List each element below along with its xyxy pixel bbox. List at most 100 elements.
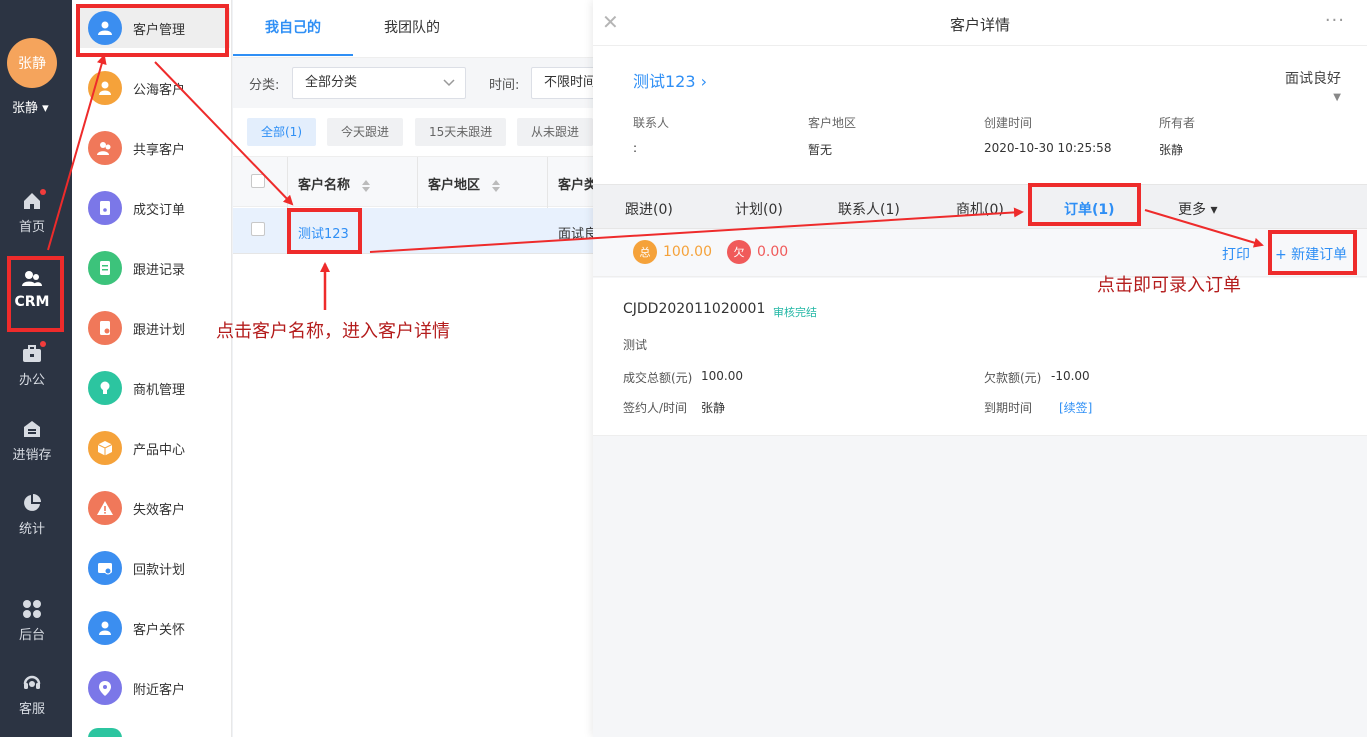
col-customer-type[interactable]: 客户类	[558, 174, 595, 193]
order-signer-value: 张静	[701, 401, 726, 415]
annotation-click-name: 点击客户名称，进入客户详情	[216, 321, 450, 342]
nav-item-office[interactable]: 办公	[0, 343, 64, 403]
order-card[interactable]: CJDD202011020001 审核完结 测试 成交总额(元) 100.00 …	[593, 278, 1367, 436]
detail-header: ✕ 客户详情 ···	[593, 0, 1367, 46]
quick-filter-15days[interactable]: 15天未跟进	[415, 118, 507, 146]
submenu-item-shared-customers[interactable]: 共享客户	[88, 128, 228, 168]
submenu-item-public-customers[interactable]: 公海客户	[88, 68, 228, 108]
detail-tabs: 跟进(0) 计划(0) 联系人(1) 商机(0) 订单(1) 更多 ▾	[593, 184, 1367, 229]
quick-filter-all[interactable]: 全部(1)	[247, 118, 316, 146]
tab-opportunities[interactable]: 商机(0)	[956, 199, 1004, 219]
category-select[interactable]: 全部分类	[292, 67, 466, 99]
table-header: 客户名称 客户地区 客户类	[233, 156, 595, 208]
print-button[interactable]: 打印	[1222, 244, 1250, 264]
quick-filter-never[interactable]: 从未跟进	[517, 118, 594, 146]
col-customer-name[interactable]: 客户名称	[298, 174, 371, 193]
order-owed-value: -10.00	[1051, 369, 1090, 383]
submenu-item-products[interactable]: 产品中心	[88, 428, 228, 468]
user-icon	[88, 71, 122, 105]
location-icon	[88, 671, 122, 705]
nav-item-home[interactable]: 首页	[0, 190, 64, 250]
tab-mine[interactable]: 我自己的	[233, 0, 353, 56]
care-user-icon	[88, 611, 122, 645]
select-all-checkbox[interactable]	[251, 174, 265, 188]
submenu-item-partial	[88, 728, 122, 737]
submenu-item-invalid-customers[interactable]: 失效客户	[88, 488, 228, 528]
owe-badge-icon: 欠	[727, 240, 751, 264]
submenu-item-nearby-customers[interactable]: 附近客户	[88, 668, 228, 708]
briefcase-icon	[23, 345, 41, 362]
tab-team[interactable]: 我团队的	[353, 0, 471, 56]
user-name-dropdown[interactable]: 张静 ▾	[12, 97, 49, 116]
info-label-contact: 联系人	[633, 116, 670, 130]
time-label: 时间:	[489, 78, 520, 93]
crm-submenu: 客户管理 公海客户 共享客户 成交订单 跟进记录 跟进计划 商机管理 产品中心 …	[72, 0, 232, 737]
filter-bar: 分类: 全部分类 时间: 不限时间	[233, 58, 611, 108]
notification-dot	[40, 189, 46, 195]
highlight-box-new-order	[1268, 230, 1357, 275]
nav-item-support[interactable]: 客服	[0, 672, 64, 732]
info-label-created: 创建时间	[984, 116, 1033, 130]
total-badge-icon: 总	[633, 240, 657, 264]
total-amount: 100.00	[663, 244, 712, 260]
order-signer-label: 签约人/时间	[623, 401, 688, 415]
order-status-badge: 审核完结	[773, 306, 817, 319]
category-label: 分类:	[249, 78, 280, 93]
more-options-icon[interactable]: ···	[1325, 10, 1345, 31]
submenu-item-customer-care[interactable]: 客户关怀	[88, 608, 228, 648]
row-checkbox[interactable]	[251, 222, 265, 236]
col-divider	[547, 157, 548, 208]
stage-dropdown[interactable]: 面试良好 ▼	[1285, 68, 1341, 103]
customer-name-title[interactable]: 测试123 ›	[633, 68, 707, 92]
pie-chart-icon	[24, 494, 41, 511]
order-summary-bar: 总 100.00 欠 0.00 打印 + 新建订单	[593, 229, 1367, 277]
avatar[interactable]: 张静	[7, 38, 57, 88]
detail-title: 客户详情	[949, 16, 1010, 34]
submenu-item-follow-records[interactable]: 跟进记录	[88, 248, 228, 288]
info-value-region: 暂无	[808, 143, 833, 157]
renew-link[interactable]: [续签]	[1059, 399, 1092, 416]
info-label-region: 客户地区	[808, 116, 857, 130]
order-owed-label: 欠款额(元)	[984, 371, 1042, 385]
nav-item-statistics[interactable]: 统计	[0, 492, 64, 552]
payment-icon	[88, 551, 122, 585]
order-id: CJDD202011020001	[623, 301, 766, 317]
warehouse-icon	[24, 421, 40, 437]
order-expire-label: 到期时间	[984, 401, 1033, 415]
shared-users-icon	[88, 131, 122, 165]
nav-item-admin[interactable]: 后台	[0, 598, 64, 658]
order-amount-value: 100.00	[701, 369, 743, 383]
quick-filter-today[interactable]: 今天跟进	[327, 118, 404, 146]
submenu-item-orders[interactable]: 成交订单	[88, 188, 228, 228]
order-amount-label: 成交总额(元)	[623, 371, 693, 385]
tab-follow-up[interactable]: 跟进(0)	[625, 199, 673, 219]
nav-item-inventory[interactable]: 进销存	[0, 418, 64, 478]
annotation-new-order: 点击即可录入订单	[1097, 275, 1241, 296]
chevron-down-icon	[443, 79, 455, 87]
owe-amount: 0.00	[757, 244, 789, 260]
col-divider	[417, 157, 418, 208]
warning-icon	[88, 491, 122, 525]
info-value-contact: :	[633, 141, 638, 155]
sort-icon	[491, 179, 500, 192]
customer-list-panel: 我自己的 我团队的 分类: 全部分类 时间: 不限时间 全部(1) 今天跟进 1…	[233, 0, 611, 737]
customer-info: 测试123 › 面试良好 ▼ 联系人 : 客户地区 暂无 创建时间 2020-1…	[593, 46, 1367, 184]
info-value-created: 2020-10-30 10:25:58	[984, 141, 1112, 155]
grid-icon	[23, 600, 41, 618]
highlight-box-orders-tab	[1028, 183, 1141, 226]
submenu-item-payment-plans[interactable]: 回款计划	[88, 548, 228, 588]
col-customer-region[interactable]: 客户地区	[428, 174, 501, 193]
tab-more[interactable]: 更多 ▾	[1178, 199, 1217, 219]
submenu-item-opportunities[interactable]: 商机管理	[88, 368, 228, 408]
tab-contacts[interactable]: 联系人(1)	[838, 199, 900, 219]
tab-plans[interactable]: 计划(0)	[735, 199, 783, 219]
customer-detail-drawer: ✕ 客户详情 ··· 测试123 › 面试良好 ▼ 联系人 : 客户地区 暂无 …	[593, 0, 1367, 737]
highlight-box-customer-management	[76, 4, 229, 57]
headset-icon	[23, 675, 41, 689]
submenu-item-follow-plans[interactable]: 跟进计划	[88, 308, 228, 348]
col-divider	[287, 157, 288, 208]
sort-icon	[361, 179, 370, 192]
main-nav: 张静 张静 ▾ 首页 CRM 办公 进销存 统计 后台 客服	[0, 0, 72, 737]
highlight-box-customer-name	[287, 208, 362, 254]
record-icon	[88, 251, 122, 285]
